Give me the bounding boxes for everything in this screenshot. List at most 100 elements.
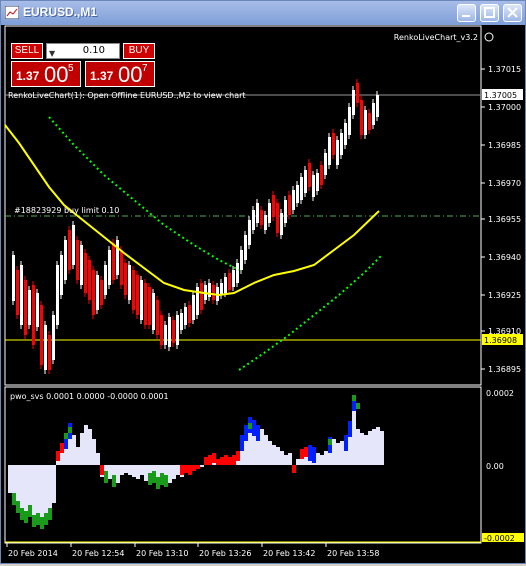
histogram-bar [172, 465, 176, 479]
info-text: RenkoLiveChart(1): Open Offline EURUSD.,… [8, 91, 246, 100]
maximize-button[interactable] [480, 4, 499, 22]
candle-body [108, 250, 111, 285]
candle-body [240, 250, 243, 270]
histogram-bar-red [304, 447, 308, 457]
candle-body [316, 173, 319, 191]
histogram-bar-green [12, 493, 16, 505]
histogram-bar-red [228, 457, 232, 465]
histogram-bar [84, 425, 88, 465]
histogram-tip-green [328, 439, 332, 445]
histogram-bar [368, 431, 372, 465]
price-tick-label: 1.37000 [488, 103, 521, 112]
candle-body [276, 203, 279, 233]
candle-body [376, 95, 379, 117]
histogram-bar-blue [344, 435, 348, 451]
candle-body [292, 190, 295, 210]
candle-body [80, 245, 83, 285]
candle-body [360, 100, 363, 135]
candle-body [180, 313, 183, 330]
candle-body [208, 283, 211, 297]
histogram-bar [124, 465, 128, 473]
candle-body [92, 270, 95, 315]
candle-body [188, 305, 191, 323]
candle-body [296, 185, 299, 203]
histogram-bar-blue [312, 447, 316, 463]
candle-body [284, 200, 287, 223]
histogram-bar-blue [252, 420, 256, 436]
sell-price-button[interactable]: 1.37 00 5 [11, 61, 81, 87]
candle-body [64, 240, 67, 280]
histogram-bar-green [104, 471, 108, 483]
time-tick-label: 20 Feb 13:58 [327, 549, 379, 558]
buy-price-big-figure: 1.37 [90, 69, 114, 83]
one-click-trading-panel: SELL ▼ 0.10 BUY 1.37 00 5 1.37 00 7 [11, 43, 155, 87]
indicator-label: RenkoLiveChart_v3.2 [394, 33, 478, 42]
candle-body [352, 90, 355, 115]
settings-icon[interactable] [484, 32, 494, 42]
histogram-bar-green [16, 501, 20, 513]
candle-body [160, 315, 163, 345]
histogram-bar-blue [308, 445, 312, 461]
candle-body [132, 270, 135, 310]
buy-price-fraction: 7 [142, 63, 148, 74]
candle-body [84, 253, 87, 293]
buy-price-button[interactable]: 1.37 00 7 [85, 61, 155, 87]
histogram-bar [364, 435, 368, 465]
price-tick-label: 1.36970 [488, 179, 521, 188]
histogram-bar [264, 435, 268, 465]
candle-body [328, 137, 331, 165]
sell-price-fraction: 5 [68, 63, 74, 74]
histogram-bar [76, 447, 80, 465]
candle-body [76, 240, 79, 280]
candle-body [232, 270, 235, 287]
histogram-bar-blue [244, 425, 248, 441]
histogram-bar-green [44, 513, 48, 525]
histogram-bar [144, 465, 148, 481]
candle-body [336, 140, 339, 165]
histogram-tip-green [248, 423, 252, 429]
candle-body [272, 195, 275, 217]
candle-body [112, 243, 115, 280]
candle-body [144, 283, 147, 325]
lot-dropdown-icon[interactable]: ▼ [49, 47, 55, 61]
price-tick-label: 1.36940 [488, 253, 521, 262]
time-tick-label: 20 Feb 13:10 [136, 549, 188, 558]
candle-body [268, 203, 271, 223]
sell-price-pips: 00 [44, 62, 69, 87]
title-bar[interactable]: EURUSD.,M1 [1, 1, 525, 25]
candle-body [104, 265, 107, 295]
envelope-lower-line [238, 254, 383, 371]
price-tick-label: 1.37015 [488, 65, 521, 74]
candle-body [32, 285, 35, 345]
candle-body [184, 307, 187, 325]
minimize-button[interactable] [457, 4, 476, 22]
histogram-bar-red [196, 465, 200, 469]
time-tick-label: 20 Feb 2014 [8, 549, 58, 558]
candle-body [156, 300, 159, 335]
histogram-tip-green [356, 403, 360, 409]
candle-body [24, 280, 27, 335]
buy-button[interactable]: BUY [123, 43, 155, 59]
lot-size-input[interactable]: ▼ 0.10 [46, 43, 120, 59]
histogram-bar [332, 439, 336, 465]
histogram-bar [284, 455, 288, 465]
histogram-bar [96, 453, 100, 465]
histogram-bar-red [216, 459, 220, 465]
time-tick-label: 20 Feb 13:42 [263, 549, 315, 558]
histogram-bar-green [148, 473, 152, 485]
close-button[interactable] [503, 4, 522, 22]
chart-area[interactable]: 1.37015 1.37000 1.36985 1.36970 1.36955 1.369… [4, 25, 524, 562]
candle-body [40, 305, 43, 365]
sell-button[interactable]: SELL [11, 43, 43, 59]
price-tick-label: 1.36955 [488, 215, 521, 224]
histogram-bar-green [40, 517, 44, 529]
histogram-tip-green [352, 395, 356, 401]
price-chart[interactable]: 1.37015 1.37000 1.36985 1.36970 1.36955 1.369… [4, 25, 524, 562]
histogram-bar-green [164, 475, 168, 487]
histogram-bar-red [204, 457, 208, 465]
candle-body [244, 235, 247, 260]
candle-body [68, 230, 71, 270]
candle-body [288, 195, 291, 215]
histogram-bar [8, 465, 12, 493]
histogram-bar-red [192, 465, 196, 471]
